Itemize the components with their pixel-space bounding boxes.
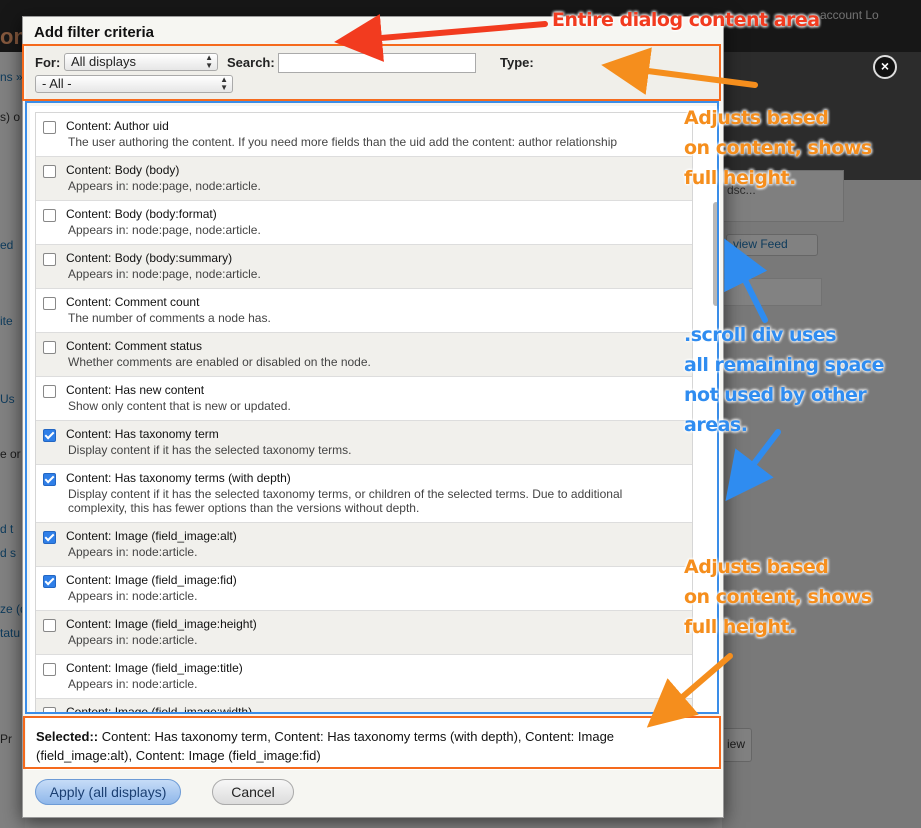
annotation-line: all remaining space xyxy=(684,354,885,376)
annotation-entire-dialog: Entire dialog content area xyxy=(552,9,820,31)
annotation-line: on content, shows xyxy=(684,137,872,159)
annotation-scroll-div: .scroll div uses all remaining space not… xyxy=(684,320,885,440)
annotation-line: full height. xyxy=(684,167,796,189)
annotation-adjusts-top: Adjusts based on content, shows full hei… xyxy=(684,103,872,193)
annotation-adjusts-bottom: Adjusts based on content, shows full hei… xyxy=(684,552,872,642)
annotation-line: Adjusts based xyxy=(684,556,829,578)
annotation-line: .scroll div uses xyxy=(684,324,837,346)
annotation-line: full height. xyxy=(684,616,796,638)
annotation-line: areas. xyxy=(684,414,748,436)
annotation-line: Adjusts based xyxy=(684,107,829,129)
annotation-line: on content, shows xyxy=(684,586,872,608)
annotation-line: not used by other xyxy=(684,384,867,406)
